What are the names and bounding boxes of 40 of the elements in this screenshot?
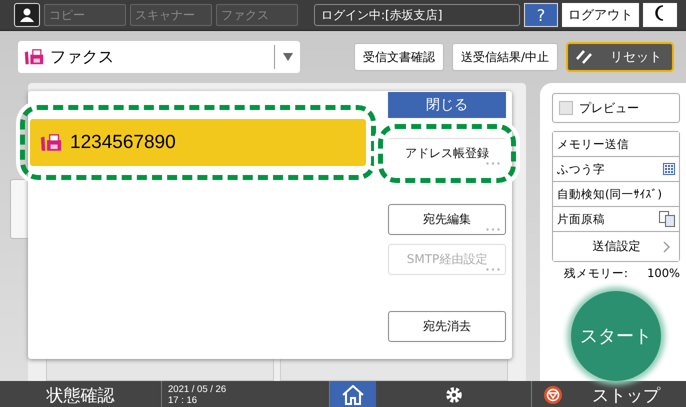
settings-icon xyxy=(444,386,462,404)
header-button[interactable]: 受信文書確認 xyxy=(354,43,444,71)
action-button[interactable]: 宛先編集 xyxy=(388,204,506,235)
pages-icon xyxy=(659,211,675,227)
action-button[interactable]: 宛先消去 xyxy=(388,311,506,342)
logout-button[interactable]: ログアウト xyxy=(562,3,639,27)
header-button[interactable]: 送受信結果/中止 xyxy=(452,43,558,71)
user-icon xyxy=(19,7,35,23)
reset-button[interactable]: リセット xyxy=(566,42,674,72)
fax-number: 1234567890 xyxy=(70,132,176,154)
more-icon xyxy=(486,162,500,165)
more-icon xyxy=(486,228,500,231)
date-time: 2021 / 05 / 26 17 : 16 xyxy=(167,384,226,406)
moon-icon xyxy=(654,5,666,21)
stop-button[interactable]: ストップ xyxy=(532,381,686,407)
more-icon xyxy=(486,268,500,271)
night-mode-button[interactable] xyxy=(643,3,677,27)
memory-value: 100% xyxy=(647,266,680,281)
login-status: ログイン中:[赤坂支店] xyxy=(314,4,520,26)
memory-label: 残メモリー: xyxy=(564,266,628,281)
close-button[interactable]: 閉じる xyxy=(388,92,506,118)
app-label: ファクス xyxy=(50,46,114,68)
chevron-icon xyxy=(662,240,670,252)
start-button[interactable]: スタート xyxy=(571,291,661,381)
caret-icon xyxy=(282,53,292,61)
help-button[interactable]: ? xyxy=(524,3,558,27)
reset-icon xyxy=(576,50,594,64)
status-button[interactable]: 状態確認 xyxy=(0,381,161,407)
setting-row[interactable]: メモリー送信 xyxy=(553,132,679,157)
user-button[interactable] xyxy=(14,3,40,27)
preview-button[interactable]: プレビュー xyxy=(552,93,680,123)
app-dropdown[interactable]: ファクス xyxy=(18,41,300,73)
stop-icon xyxy=(544,386,562,404)
destination-row[interactable]: 1234567890 xyxy=(30,119,366,166)
fax-icon xyxy=(24,49,44,65)
checkbox[interactable] xyxy=(559,101,573,115)
dot-grid-icon xyxy=(663,163,675,175)
fax-icon xyxy=(40,134,62,152)
home-icon xyxy=(342,385,364,405)
home-button[interactable] xyxy=(330,381,376,407)
